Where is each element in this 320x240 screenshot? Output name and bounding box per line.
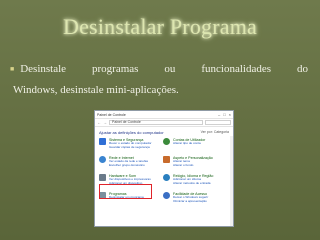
minimize-icon[interactable]: – (218, 112, 220, 117)
view-by-selector[interactable]: Ver por: Categoria (201, 130, 229, 134)
address-path[interactable]: Painel de Controle (109, 120, 203, 125)
category-link[interactable]: Alterar o fundo (173, 164, 227, 168)
appearance-icon (163, 156, 170, 163)
control-panel-screenshot: Painel de Controle – □ × ← → Painel de C… (94, 110, 234, 227)
category-clock-region[interactable]: Relógio, Idioma e Região Adicionar um id… (163, 174, 227, 189)
shield-icon (99, 138, 106, 145)
bullet-word: funcionalidades (201, 63, 272, 75)
bullet-word: ou (164, 63, 176, 75)
bullet-line-1: ■ Desinstale programas ou funcionalidade… (10, 59, 308, 80)
address-bar: ← → Painel de Controle (95, 119, 233, 127)
bullet-paragraph: ■ Desinstale programas ou funcionalidade… (10, 59, 308, 100)
left-category-column: Sistema e Segurança Rever o estado do co… (99, 138, 163, 210)
bullet-icon: ■ (10, 65, 15, 73)
category-user-accounts[interactable]: Contas de Utilizador Alterar tipo de con… (163, 138, 227, 153)
category-link[interactable]: Escolher grupo doméstico (109, 164, 163, 168)
bullet-first-line: Desinstale programas ou funcionalidades … (20, 59, 308, 79)
slide-title: Desinstalar Programa (63, 14, 257, 39)
search-input[interactable] (205, 120, 231, 125)
printer-icon (99, 174, 106, 181)
bullet-line-2: Windows, desinstale mini-aplicações. (13, 84, 179, 96)
right-category-column: Contas de Utilizador Alterar tipo de con… (163, 138, 227, 210)
category-ease-of-access[interactable]: Facilidade de Acesso Deixar o Windows su… (163, 192, 227, 207)
bullet-word: Desinstale (20, 63, 67, 75)
back-arrow-icon[interactable]: ← (97, 120, 101, 125)
category-network[interactable]: Rede e Internet Ver estado da rede e tar… (99, 156, 163, 171)
forward-arrow-icon[interactable]: → (103, 120, 107, 125)
window-titlebar: Painel de Controle – □ × (95, 111, 233, 119)
close-icon[interactable]: × (229, 112, 231, 117)
category-appearance[interactable]: Aspeto e Personalização Alterar tema Alt… (163, 156, 227, 171)
category-link[interactable]: Alterar tipo de conta (173, 142, 227, 146)
bullet-word: do (296, 63, 308, 75)
bullet-word: programas (92, 63, 139, 75)
programs-highlight-box (99, 184, 152, 199)
category-system-security[interactable]: Sistema e Segurança Rever o estado do co… (99, 138, 163, 153)
accessibility-icon (163, 192, 170, 199)
window-controls: – □ × (218, 112, 231, 117)
users-icon (163, 138, 170, 145)
panel-heading-text: Ajustar as definições do computador (99, 130, 164, 135)
scrollbar[interactable] (230, 136, 233, 226)
clock-icon (163, 174, 170, 181)
panel-heading: Ajustar as definições do computador Ver … (95, 127, 233, 136)
network-icon (99, 156, 106, 163)
window-title: Painel de Controle (97, 112, 126, 117)
category-link[interactable]: Otimizar a apresentação (173, 200, 227, 204)
category-link[interactable]: Guardar cópias de segurança (109, 146, 163, 150)
category-link[interactable]: Alterar métodos de entrada (173, 182, 227, 186)
maximize-icon[interactable]: □ (223, 112, 225, 117)
